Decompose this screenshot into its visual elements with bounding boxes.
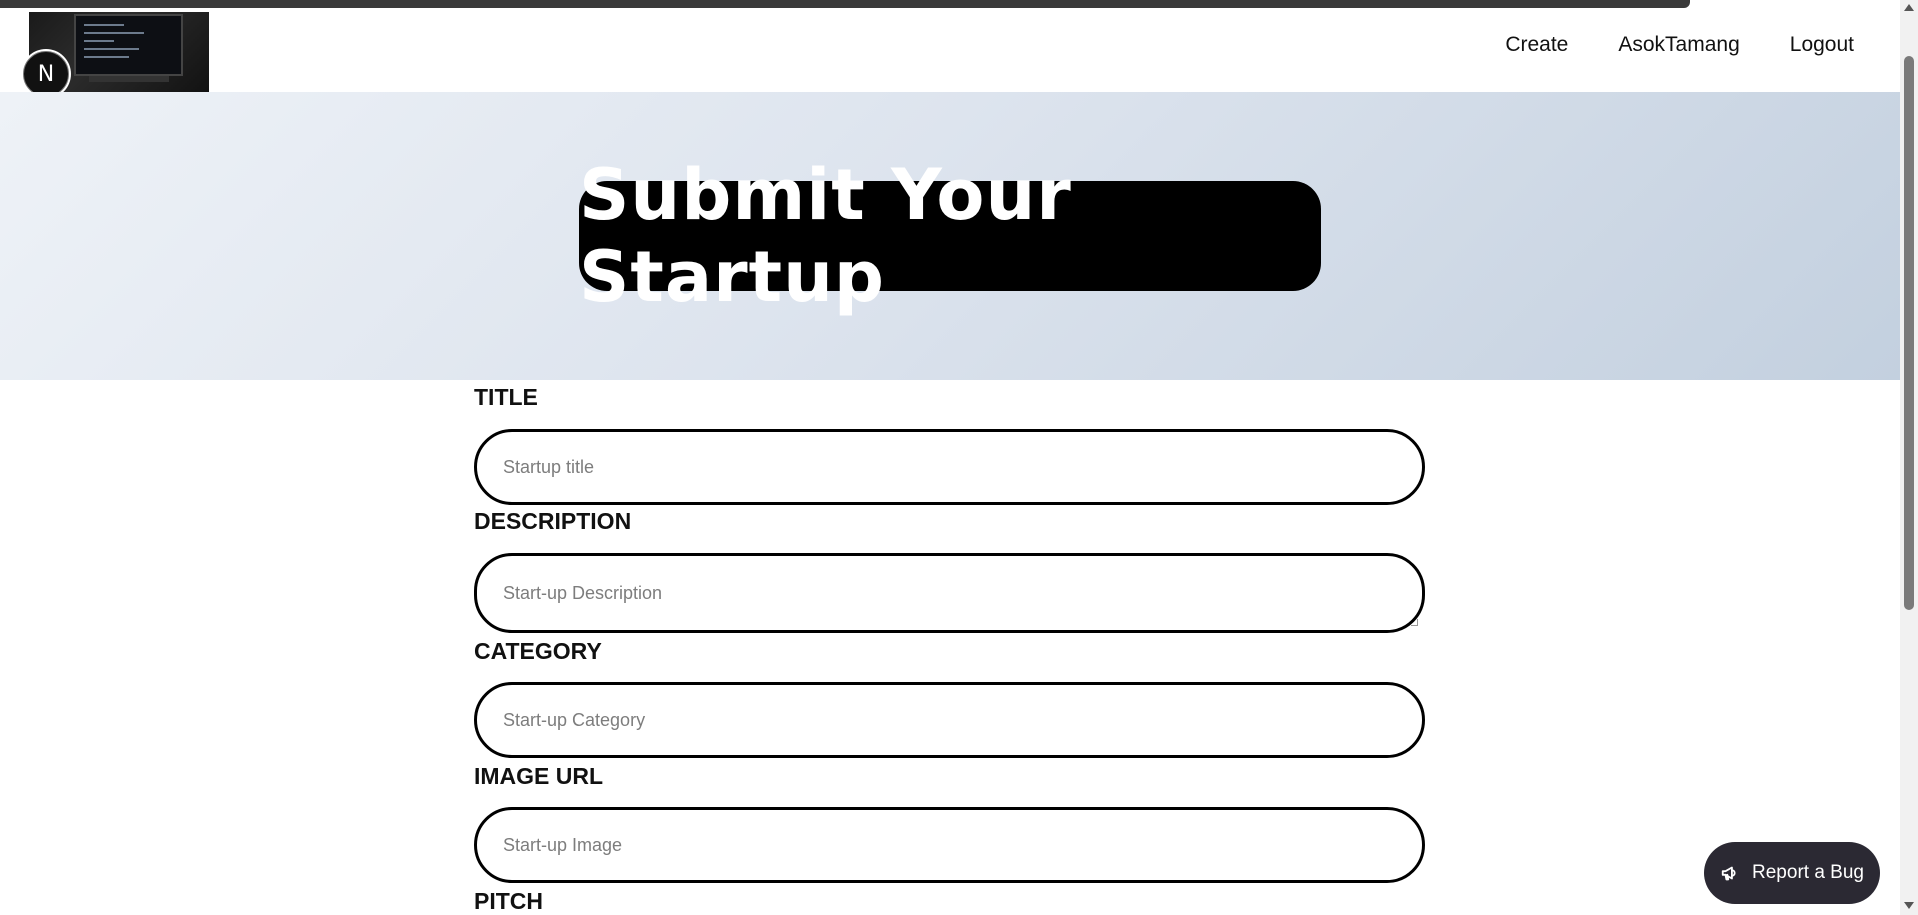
app-badge-icon[interactable]: N [23,51,69,97]
hero-title-pill: Submit Your Startup [579,154,1321,318]
description-label: DESCRIPTION [474,508,632,534]
scroll-thumb[interactable] [1904,56,1914,610]
scroll-up-icon[interactable] [1904,4,1914,11]
category-label: CATEGORY [474,638,602,664]
megaphone-icon [1721,866,1736,881]
report-bug-label: Report a Bug [1752,862,1864,883]
scroll-down-icon[interactable] [1904,902,1914,909]
title-field[interactable] [474,429,1425,505]
page-title: Submit Your Startup [579,154,1072,318]
image-url-input[interactable] [503,810,1393,880]
description-textarea[interactable] [503,575,1393,611]
image-url-field[interactable] [474,807,1425,883]
nav-links: Create AsokTamang Logout [1505,20,1854,70]
page-scrollbar[interactable] [1900,0,1918,915]
hero-banner: Submit Your Startup [0,92,1900,380]
navbar: N Create AsokTamang Logout [0,12,1900,97]
category-field[interactable] [474,682,1425,758]
description-field[interactable] [474,553,1425,633]
resize-grip-icon[interactable] [1411,619,1418,626]
category-input[interactable] [503,685,1393,755]
nav-user-link[interactable]: AsokTamang [1618,20,1739,70]
title-label: TITLE [474,384,538,410]
report-bug-button[interactable]: Report a Bug [1704,842,1880,904]
nav-create-link[interactable]: Create [1505,20,1568,70]
pitch-label: PITCH [474,888,543,914]
image-url-label: IMAGE URL [474,763,604,789]
nav-logout-link[interactable]: Logout [1790,20,1854,70]
title-input[interactable] [503,432,1393,502]
browser-top-strip [0,0,1918,12]
